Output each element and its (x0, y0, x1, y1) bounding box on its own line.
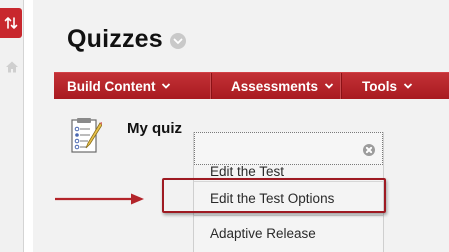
quiz-item-title[interactable]: My quiz (127, 120, 182, 137)
context-menu-header (194, 132, 383, 165)
page-title: Quizzes (67, 24, 163, 53)
assessments-menu[interactable]: Assessments (212, 73, 342, 99)
swap-arrows-icon (4, 17, 18, 29)
page-title-row: Quizzes (67, 22, 186, 56)
red-arrow-icon (55, 193, 144, 205)
build-content-menu[interactable]: Build Content (54, 73, 212, 99)
tools-menu[interactable]: Tools (342, 73, 438, 99)
chevron-down-icon (324, 83, 334, 89)
home-icon[interactable] (5, 60, 19, 74)
left-rail (0, 0, 24, 252)
course-page: Quizzes Build Content Assessments Tools … (0, 0, 449, 252)
menu-item-edit-test[interactable]: Edit the Test (210, 164, 284, 179)
close-circle-icon[interactable] (363, 144, 375, 156)
action-bar: Build Content Assessments Tools (54, 72, 449, 99)
chevron-down-icon (162, 83, 171, 89)
menu-divider (194, 181, 383, 182)
chevron-down-icon (403, 83, 413, 89)
menu-item-edit-test-options[interactable]: Edit the Test Options (210, 191, 334, 206)
menu-item-adaptive-release[interactable]: Adaptive Release (210, 226, 316, 241)
swap-arrows-button[interactable] (0, 8, 22, 38)
build-content-label: Build Content (67, 78, 156, 94)
assessments-label: Assessments (231, 78, 319, 94)
tools-label: Tools (362, 78, 397, 94)
menu-divider (194, 215, 383, 216)
chevron-circle-icon[interactable] (169, 33, 186, 49)
quiz-test-icon (71, 118, 102, 153)
